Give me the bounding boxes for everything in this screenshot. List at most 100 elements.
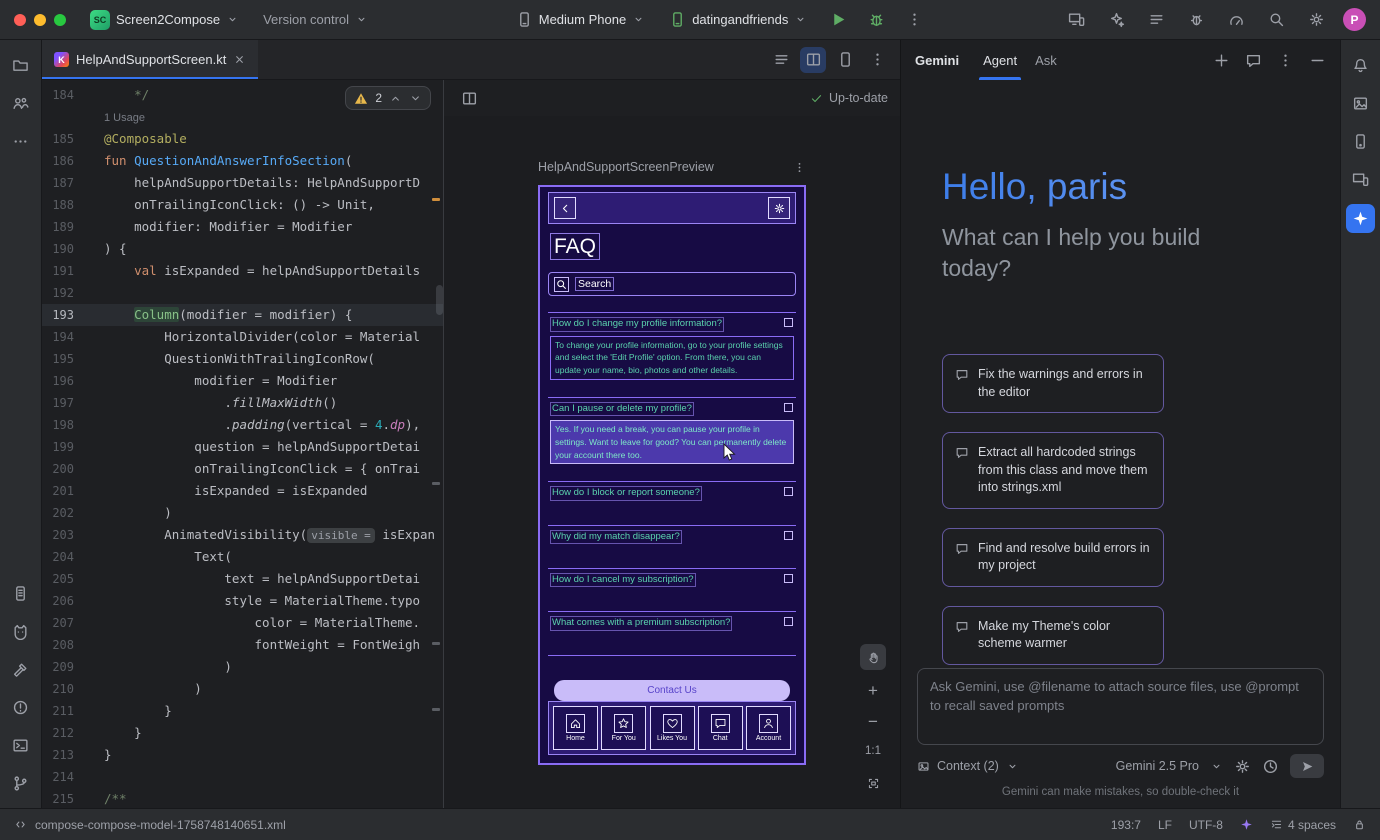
nav-item-person[interactable]: Account: [746, 706, 791, 750]
preview-menu-icon[interactable]: [793, 161, 806, 174]
code-line[interactable]: }: [90, 722, 443, 744]
terminal-tool-button[interactable]: [3, 728, 39, 762]
gemini-prompt-input[interactable]: [917, 668, 1324, 745]
build-tool-button[interactable]: [3, 652, 39, 686]
preview-settings-button[interactable]: [768, 197, 790, 219]
code-line[interactable]: Text(: [90, 546, 443, 568]
compose-preview-phone[interactable]: FAQ Search How do I change my profile in…: [538, 185, 806, 765]
expand-icon[interactable]: [784, 403, 793, 412]
device-manager-tool-button[interactable]: [1343, 124, 1379, 158]
zoom-out-button[interactable]: −: [860, 710, 886, 732]
app-insights-button[interactable]: [1183, 7, 1209, 33]
expand-icon[interactable]: [784, 487, 793, 496]
running-devices-tool-button[interactable]: [1343, 162, 1379, 196]
line-ending-widget[interactable]: LF: [1158, 818, 1172, 832]
code-line[interactable]: ) {: [90, 238, 443, 260]
code-line[interactable]: }: [90, 744, 443, 766]
version-control-tool-button[interactable]: [3, 766, 39, 800]
encoding-widget[interactable]: UTF-8: [1189, 818, 1223, 832]
device-explorer-tool-button[interactable]: [3, 576, 39, 610]
project-selector[interactable]: SC Screen2Compose: [84, 6, 245, 34]
code-line[interactable]: fun QuestionAndAnswerInfoSection(: [90, 150, 443, 172]
faq-question-row[interactable]: Why did my match disappear?: [548, 525, 796, 568]
search-field[interactable]: Search: [548, 272, 796, 296]
preview-layout-button[interactable]: [456, 85, 482, 111]
gemini-settings-icon[interactable]: [1234, 758, 1251, 775]
code-line[interactable]: Column(modifier = modifier) {: [90, 304, 443, 326]
context-selector[interactable]: Context (2): [937, 759, 999, 773]
code-line[interactable]: }: [90, 700, 443, 722]
tab-ask[interactable]: Ask: [1031, 40, 1061, 80]
device-selector[interactable]: Medium Phone: [510, 7, 651, 32]
code-line[interactable]: fontWeight = FontWeigh: [90, 634, 443, 656]
project-tool-button[interactable]: [3, 48, 39, 82]
send-button[interactable]: [1290, 754, 1324, 778]
fullscreen-window-button[interactable]: [54, 14, 66, 26]
preview-composable-name[interactable]: HelpAndSupportScreenPreview: [538, 160, 714, 174]
tab-agent[interactable]: Agent: [979, 40, 1021, 80]
faq-question-row[interactable]: How do I block or report someone?: [548, 481, 796, 524]
more-tools-button[interactable]: [3, 124, 39, 158]
more-actions-button[interactable]: [901, 7, 927, 33]
code-line[interactable]: ): [90, 502, 443, 524]
vcs-widget[interactable]: Version control: [257, 8, 374, 31]
code-line[interactable]: helpAndSupportDetails: HelpAndSupportD: [90, 172, 443, 194]
indent-widget[interactable]: 4 spaces: [1270, 818, 1336, 832]
prev-problem-icon[interactable]: [389, 92, 402, 105]
device-mirroring-button[interactable]: [1063, 7, 1089, 33]
suggestion-card[interactable]: Extract all hardcoded strings from this …: [942, 432, 1164, 509]
code-line[interactable]: isExpanded = isExpanded: [90, 480, 443, 502]
code-line[interactable]: onTrailingIconClick = { onTrai: [90, 458, 443, 480]
code-line[interactable]: ): [90, 678, 443, 700]
minimize-window-button[interactable]: [34, 14, 46, 26]
gemini-status-icon[interactable]: [1240, 818, 1253, 831]
history-icon[interactable]: [1262, 758, 1279, 775]
nav-item-star[interactable]: For You: [601, 706, 646, 750]
debug-button[interactable]: [863, 7, 889, 33]
code-line[interactable]: .padding(vertical = 4.dp),: [90, 414, 443, 436]
code-line[interactable]: text = helpAndSupportDetai: [90, 568, 443, 590]
inspections-widget[interactable]: 2: [345, 86, 431, 110]
code-line[interactable]: [90, 282, 443, 304]
user-avatar[interactable]: P: [1343, 8, 1366, 31]
expand-icon[interactable]: [784, 574, 793, 583]
preview-canvas[interactable]: HelpAndSupportScreenPreview: [444, 116, 900, 808]
lock-icon[interactable]: [1353, 818, 1366, 831]
close-window-button[interactable]: [14, 14, 26, 26]
code-view-button[interactable]: [768, 47, 794, 73]
code-line[interactable]: color = MaterialTheme.: [90, 612, 443, 634]
kebab-menu-icon[interactable]: [1277, 52, 1294, 69]
nav-item-home[interactable]: Home: [553, 706, 598, 750]
ai-actions-button[interactable]: [1103, 7, 1129, 33]
code-line[interactable]: modifier = Modifier: [90, 370, 443, 392]
gemini-tool-button[interactable]: [1346, 204, 1375, 233]
back-button[interactable]: [554, 197, 576, 219]
code-line[interactable]: HorizontalDivider(color = Material: [90, 326, 443, 348]
zoom-to-fit-button[interactable]: [860, 772, 886, 794]
code-line[interactable]: QuestionWithTrailingIconRow(: [90, 348, 443, 370]
expand-icon[interactable]: [784, 318, 793, 327]
suggestion-card[interactable]: Find and resolve build errors in my proj…: [942, 528, 1164, 587]
notifications-tool-button[interactable]: [1343, 48, 1379, 82]
expand-icon[interactable]: [784, 531, 793, 540]
faq-question-row[interactable]: Can I pause or delete my profile?: [548, 397, 796, 419]
nav-item-heart[interactable]: Likes You: [650, 706, 695, 750]
run-button[interactable]: [825, 7, 851, 33]
next-problem-icon[interactable]: [409, 92, 422, 105]
code-line[interactable]: ): [90, 656, 443, 678]
suggestion-card[interactable]: Make my Theme's color scheme warmer: [942, 606, 1164, 665]
contact-us-button[interactable]: Contact Us: [554, 680, 790, 701]
expand-icon[interactable]: [784, 617, 793, 626]
attach-context-icon[interactable]: [917, 760, 930, 773]
run-configuration-selector[interactable]: datingandfriends: [663, 7, 813, 32]
code-line[interactable]: .fillMaxWidth(): [90, 392, 443, 414]
pan-tool-button[interactable]: [860, 644, 886, 670]
close-tab-icon[interactable]: [233, 53, 246, 66]
suggestion-card[interactable]: Fix the warnings and errors in the edito…: [942, 354, 1164, 413]
new-chat-icon[interactable]: [1213, 52, 1230, 69]
settings-button[interactable]: [1303, 7, 1329, 33]
code-line[interactable]: style = MaterialTheme.typo: [90, 590, 443, 612]
code-editor[interactable]: 1841851861871881891901911921931941951961…: [42, 80, 443, 808]
code-line[interactable]: [90, 766, 443, 788]
search-everywhere-button[interactable]: [1263, 7, 1289, 33]
